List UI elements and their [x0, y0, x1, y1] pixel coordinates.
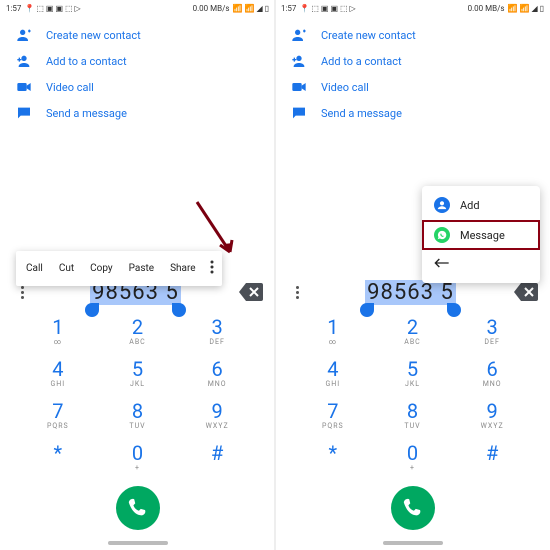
key-5[interactable]: 5JKL [373, 352, 453, 394]
key-hash[interactable]: # [452, 436, 532, 478]
popup-add[interactable]: Add [422, 190, 540, 220]
sel-call[interactable]: Call [18, 259, 51, 278]
nav-bar [275, 536, 550, 550]
sel-overflow-icon[interactable] [204, 255, 220, 282]
backspace-icon[interactable] [239, 283, 263, 301]
status-time: 1:57 [281, 4, 296, 13]
status-bar: 1:57📍 ⬚ ▣ ▣ ⬚ ▷ 0.00 MB/s📶 📶 ◢ ▯ [275, 0, 550, 16]
key-1[interactable]: 1∞ [18, 310, 98, 352]
popup-label: Add [460, 199, 480, 212]
whatsapp-icon [434, 227, 450, 243]
action-label: Send a message [321, 107, 402, 120]
key-4[interactable]: 4GHI [293, 352, 373, 394]
key-2[interactable]: 2ABC [373, 310, 453, 352]
video-icon [16, 79, 32, 95]
action-label: Video call [321, 81, 369, 94]
selection-handle-right[interactable] [172, 303, 186, 317]
nav-pill[interactable] [383, 541, 443, 545]
key-6[interactable]: 6MNO [177, 352, 257, 394]
send-message-action[interactable]: Send a message [275, 100, 550, 126]
overflow-popup-menu: Add Message [422, 186, 540, 283]
sel-copy[interactable]: Copy [82, 259, 121, 278]
video-icon [291, 79, 307, 95]
person-circle-icon [434, 197, 450, 213]
key-hash[interactable]: # [177, 436, 257, 478]
key-9[interactable]: 9WXYZ [452, 394, 532, 436]
action-label: Create new contact [321, 29, 416, 42]
add-to-contact-action[interactable]: Add to a contact [0, 48, 275, 74]
quick-actions: Create new contact Add to a contact Vide… [275, 16, 550, 126]
key-5[interactable]: 5JKL [98, 352, 178, 394]
key-7[interactable]: 7PQRS [18, 394, 98, 436]
selection-handle-right[interactable] [447, 303, 461, 317]
call-button[interactable] [391, 486, 435, 530]
dialed-number[interactable]: 98563 5 [365, 280, 456, 305]
selection-handle-left[interactable] [85, 303, 99, 317]
create-contact-action[interactable]: Create new contact [275, 22, 550, 48]
sel-paste[interactable]: Paste [121, 259, 162, 278]
key-3[interactable]: 3DEF [177, 310, 257, 352]
key-2[interactable]: 2ABC [98, 310, 178, 352]
key-3[interactable]: 3DEF [452, 310, 532, 352]
nav-pill[interactable] [108, 541, 168, 545]
key-star[interactable]: * [293, 436, 373, 478]
person-plus-icon [291, 53, 307, 69]
status-time: 1:57 [6, 4, 21, 13]
key-8[interactable]: 8TUV [373, 394, 453, 436]
action-label: Send a message [46, 107, 127, 120]
selected-digits: 98563 5 [365, 280, 456, 305]
person-add-icon [16, 27, 32, 43]
status-bar: 1:57📍 ⬚ ▣ ▣ ⬚ ▷ 0.00 MB/s📶 📶 ◢ ▯ [0, 0, 275, 16]
sel-share[interactable]: Share [162, 259, 203, 278]
person-add-icon [291, 27, 307, 43]
dial-keypad: 1∞ 2ABC 3DEF 4GHI 5JKL 6MNO 7PQRS 8TUV 9… [275, 310, 550, 478]
create-contact-action[interactable]: Create new contact [0, 22, 275, 48]
key-0[interactable]: 0+ [98, 436, 178, 478]
action-label: Add to a contact [321, 55, 402, 68]
backspace-icon[interactable] [514, 283, 538, 301]
pane-divider [274, 0, 276, 550]
action-label: Video call [46, 81, 94, 94]
key-star[interactable]: * [18, 436, 98, 478]
key-8[interactable]: 8TUV [98, 394, 178, 436]
video-call-action[interactable]: Video call [275, 74, 550, 100]
overflow-menu-icon[interactable] [287, 286, 307, 299]
popup-whatsapp-message[interactable]: Message [422, 220, 540, 250]
message-icon [291, 105, 307, 121]
sel-cut[interactable]: Cut [51, 259, 82, 278]
key-1[interactable]: 1∞ [293, 310, 373, 352]
arrow-left-icon [434, 257, 450, 272]
key-9[interactable]: 9WXYZ [177, 394, 257, 436]
nav-bar [0, 536, 275, 550]
dial-keypad: 1∞ 2ABC 3DEF 4GHI 5JKL 6MNO 7PQRS 8TUV 9… [0, 310, 275, 478]
popup-label: Message [460, 229, 505, 242]
dialer-screen-left: 1:57📍 ⬚ ▣ ▣ ⬚ ▷ 0.00 MB/s📶 📶 ◢ ▯ Create … [0, 0, 275, 550]
selection-handle-left[interactable] [360, 303, 374, 317]
action-label: Add to a contact [46, 55, 127, 68]
key-6[interactable]: 6MNO [452, 352, 532, 394]
dialer-screen-right: 1:57📍 ⬚ ▣ ▣ ⬚ ▷ 0.00 MB/s📶 📶 ◢ ▯ Create … [275, 0, 550, 550]
key-4[interactable]: 4GHI [18, 352, 98, 394]
person-plus-icon [16, 53, 32, 69]
popup-back[interactable] [422, 250, 540, 279]
message-icon [16, 105, 32, 121]
send-message-action[interactable]: Send a message [0, 100, 275, 126]
quick-actions: Create new contact Add to a contact Vide… [0, 16, 275, 126]
video-call-action[interactable]: Video call [0, 74, 275, 100]
key-0[interactable]: 0+ [373, 436, 453, 478]
action-label: Create new contact [46, 29, 141, 42]
overflow-menu-icon[interactable] [12, 286, 32, 299]
key-7[interactable]: 7PQRS [293, 394, 373, 436]
text-selection-menu: Call Cut Copy Paste Share [16, 251, 222, 286]
call-button[interactable] [116, 486, 160, 530]
add-to-contact-action[interactable]: Add to a contact [275, 48, 550, 74]
